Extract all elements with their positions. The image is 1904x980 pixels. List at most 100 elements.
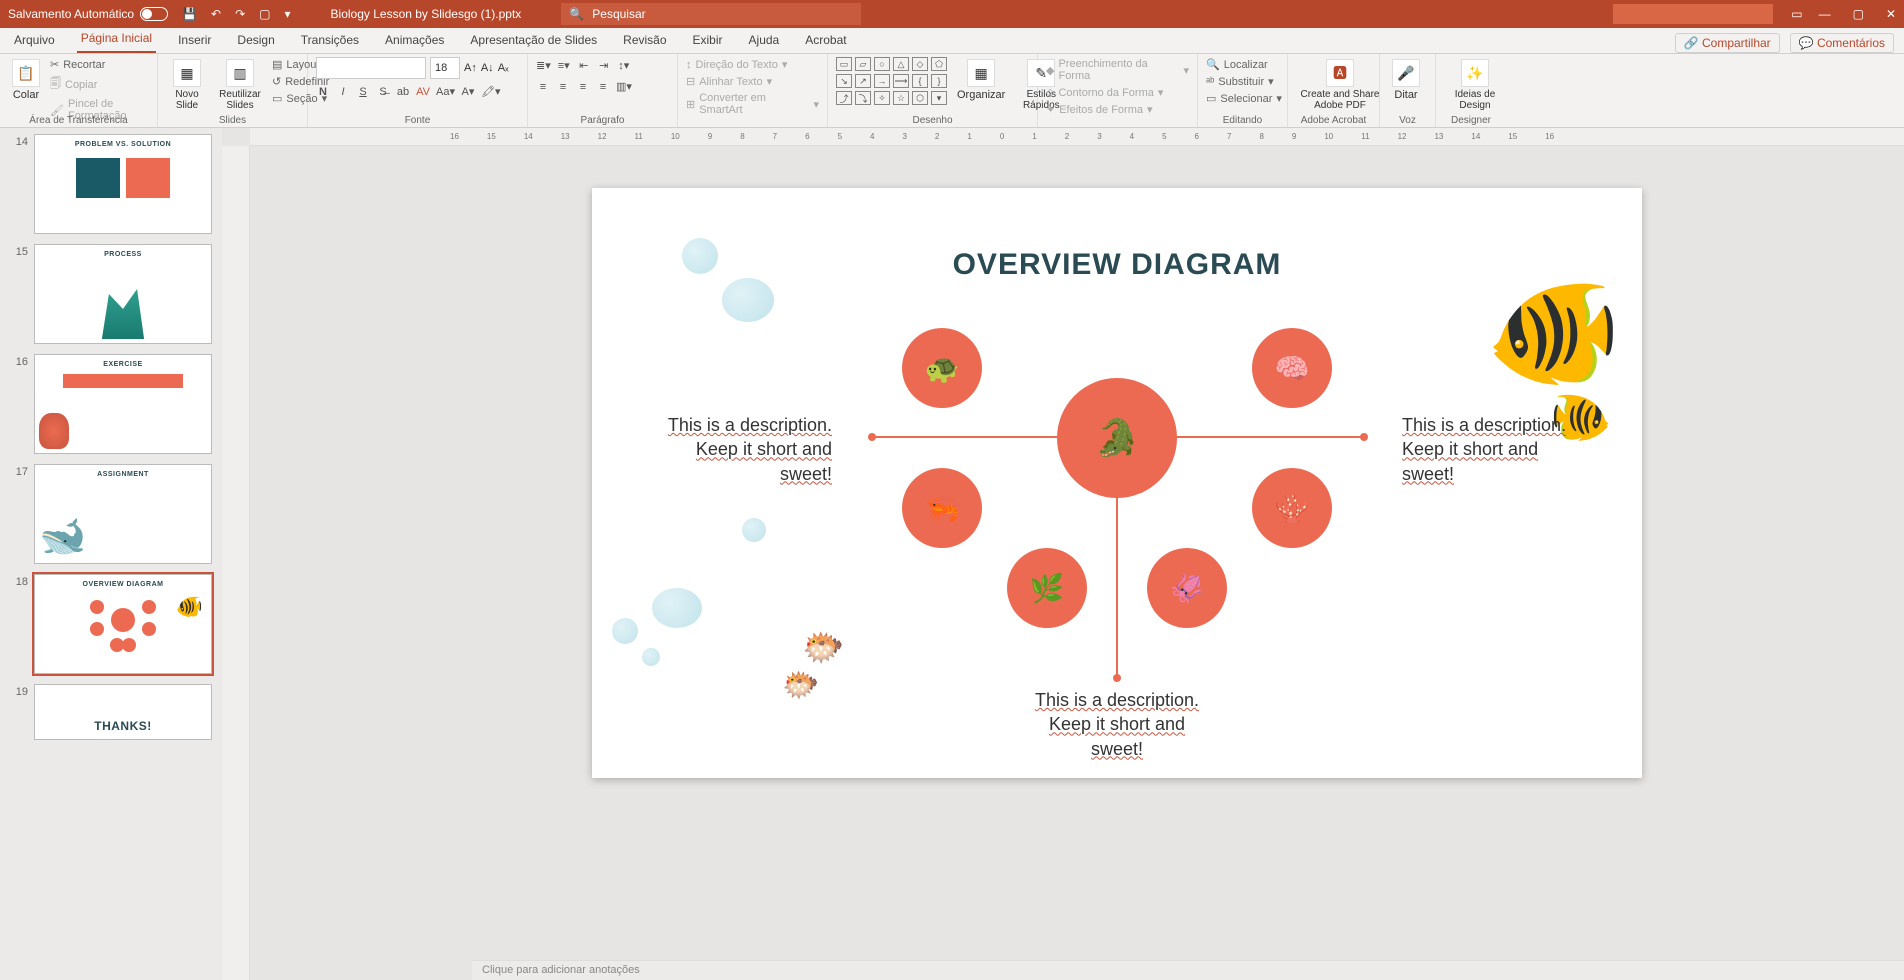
bubble-decoration bbox=[642, 648, 660, 666]
diagram-node-anemone[interactable]: 🦑 bbox=[1147, 548, 1227, 628]
qat-more-icon[interactable]: ▾ bbox=[285, 7, 291, 21]
slide-thumbnails-pane[interactable]: 14 PROBLEM VS. SOLUTION 15 PROCESS 16 EX… bbox=[0, 128, 222, 980]
justify-icon[interactable]: ≡ bbox=[596, 81, 610, 93]
line-spacing-icon[interactable]: ↕▾ bbox=[617, 59, 631, 72]
tab-transicoes[interactable]: Transições bbox=[297, 29, 363, 53]
strike-icon[interactable]: S̶ bbox=[376, 86, 390, 98]
diagram-node-turtle[interactable]: 🐢 bbox=[902, 328, 982, 408]
maximize-icon[interactable]: ▢ bbox=[1853, 7, 1864, 21]
align-left-icon[interactable]: ≡ bbox=[536, 81, 550, 93]
diagram-node-brain-coral[interactable]: 🧠 bbox=[1252, 328, 1332, 408]
font-name-input[interactable] bbox=[316, 57, 426, 79]
save-icon[interactable]: 💾 bbox=[182, 7, 197, 21]
clear-format-icon[interactable]: Aₓ bbox=[498, 62, 509, 74]
search-input[interactable] bbox=[592, 7, 853, 21]
group-paragrafo-extra: ↕ Direção do Texto ▾ ⊟ Alinhar Texto ▾ ⊞… bbox=[678, 54, 828, 127]
notes-placeholder[interactable]: Clique para adicionar anotações bbox=[472, 960, 1904, 980]
design-ideas-button[interactable]: ✨ Ideias de Design bbox=[1444, 57, 1506, 113]
shadow-icon[interactable]: ab bbox=[396, 86, 410, 98]
description-right[interactable]: This is a description. Keep it short and… bbox=[1402, 413, 1582, 486]
replace-button[interactable]: ᵃᵇ Substituir ▾ bbox=[1206, 74, 1282, 89]
slide-editor[interactable]: 1615141312111098765432101234567891011121… bbox=[222, 128, 1904, 980]
shape-effects-button[interactable]: ✦ Efeitos de Forma ▾ bbox=[1046, 102, 1189, 117]
align-right-icon[interactable]: ≡ bbox=[576, 81, 590, 93]
highlight-color-icon[interactable]: 🖍▾ bbox=[481, 85, 501, 98]
user-account[interactable] bbox=[1613, 4, 1773, 24]
description-bottom[interactable]: This is a description. Keep it short and… bbox=[592, 688, 1642, 761]
dictate-button[interactable]: 🎤 Ditar bbox=[1388, 57, 1424, 103]
group-label-clipboard: Área de Transferência bbox=[0, 115, 157, 126]
increase-font-icon[interactable]: A↑ bbox=[464, 62, 477, 74]
paste-button[interactable]: 📋 Colar bbox=[8, 57, 44, 103]
description-left[interactable]: This is a description. Keep it short and… bbox=[652, 413, 832, 486]
decrease-font-icon[interactable]: A↓ bbox=[481, 62, 494, 74]
font-size-input[interactable]: 18 bbox=[430, 57, 460, 79]
tab-animacoes[interactable]: Animações bbox=[381, 29, 448, 53]
shape-fill-button[interactable]: ◆ Preenchimento da Forma ▾ bbox=[1046, 57, 1189, 83]
slide-canvas[interactable]: OVERVIEW DIAGRAM 🐠 🐠 🐡 🐡 🐊 🐢 🦐 bbox=[592, 188, 1642, 778]
select-button[interactable]: ▭ Selecionar ▾ bbox=[1206, 91, 1282, 106]
convert-smartart-button[interactable]: ⊞ Converter em SmartArt ▾ bbox=[686, 91, 819, 117]
align-text-button[interactable]: ⊟ Alinhar Texto ▾ bbox=[686, 74, 819, 89]
thumbnail-19[interactable]: 19 THANKS! bbox=[10, 684, 212, 740]
document-title[interactable]: Biology Lesson by Slidesgo (1).pptx bbox=[331, 7, 522, 21]
decrease-indent-icon[interactable]: ⇤ bbox=[577, 59, 591, 72]
thumbnail-18[interactable]: 18 OVERVIEW DIAGRAM 🐠 bbox=[10, 574, 212, 674]
reuse-slides-button[interactable]: ▥ Reutilizar Slides bbox=[214, 57, 266, 113]
thumbnail-15[interactable]: 15 PROCESS bbox=[10, 244, 212, 344]
slideshow-icon[interactable]: ▢ bbox=[259, 7, 270, 21]
font-color-icon[interactable]: A▾ bbox=[461, 85, 475, 98]
numbering-icon[interactable]: ≡▾ bbox=[557, 59, 571, 72]
diagram-node-coral[interactable]: 🪸 bbox=[1252, 468, 1332, 548]
ribbon-display-icon[interactable]: ▭ bbox=[1791, 7, 1802, 21]
group-slides: ▦ Novo Slide ▥ Reutilizar Slides ▤ Layou… bbox=[158, 54, 308, 127]
char-spacing-icon[interactable]: Aa▾ bbox=[436, 85, 455, 98]
thumb-title: EXERCISE bbox=[41, 361, 205, 368]
create-pdf-button[interactable]: 🅰 Create and Share Adobe PDF bbox=[1296, 57, 1384, 113]
highlight-icon[interactable]: AV bbox=[416, 86, 430, 98]
find-button[interactable]: 🔍 Localizar bbox=[1206, 57, 1282, 72]
cut-button[interactable]: ✂ Recortar bbox=[50, 57, 149, 72]
diagram-node-center[interactable]: 🐊 bbox=[1057, 378, 1177, 498]
thumbnail-14[interactable]: 14 PROBLEM VS. SOLUTION bbox=[10, 134, 212, 234]
autosave-toggle[interactable]: Salvamento Automático bbox=[8, 7, 168, 21]
comments-button[interactable]: 💬 Comentários bbox=[1790, 33, 1894, 53]
shapes-gallery[interactable]: ▭▱○△◇⬠ ↘↗→⟶{} ⤴⤵✧☆⬡▾ bbox=[836, 57, 947, 105]
align-center-icon[interactable]: ≡ bbox=[556, 81, 570, 93]
diagram-node-seahorse[interactable]: 🦐 bbox=[902, 468, 982, 548]
bullets-icon[interactable]: ≣▾ bbox=[536, 59, 551, 72]
connector-dot bbox=[1360, 433, 1368, 441]
close-icon[interactable]: ✕ bbox=[1886, 7, 1896, 21]
copy-button[interactable]: 🗐 Copiar bbox=[50, 74, 149, 95]
tab-acrobat[interactable]: Acrobat bbox=[801, 29, 850, 53]
tab-ajuda[interactable]: Ajuda bbox=[745, 29, 784, 53]
tab-apresentacao[interactable]: Apresentação de Slides bbox=[466, 29, 601, 53]
new-slide-button[interactable]: ▦ Novo Slide bbox=[166, 57, 208, 113]
organizar-button[interactable]: ▦ Organizar bbox=[953, 57, 1009, 103]
group-label-slides: Slides bbox=[158, 115, 307, 126]
shape-outline-button[interactable]: ◇ Contorno da Forma ▾ bbox=[1046, 85, 1189, 100]
columns-icon[interactable]: ▥▾ bbox=[616, 80, 632, 93]
italic-icon[interactable]: I bbox=[336, 86, 350, 98]
redo-icon[interactable]: ↷ bbox=[235, 7, 245, 21]
tab-inserir[interactable]: Inserir bbox=[174, 29, 215, 53]
increase-indent-icon[interactable]: ⇥ bbox=[597, 59, 611, 72]
autosave-switch[interactable] bbox=[140, 7, 168, 21]
minimize-icon[interactable]: — bbox=[1819, 7, 1831, 21]
text-direction-button[interactable]: ↕ Direção do Texto ▾ bbox=[686, 57, 819, 72]
bold-icon[interactable]: N bbox=[316, 86, 330, 98]
underline-icon[interactable]: S bbox=[356, 86, 370, 98]
thumbnail-17[interactable]: 17 ASSIGNMENT 🐋 bbox=[10, 464, 212, 564]
slide-number: 15 bbox=[10, 244, 28, 344]
search-box[interactable]: 🔍 bbox=[561, 3, 861, 25]
bubble-decoration bbox=[722, 278, 774, 322]
tab-revisao[interactable]: Revisão bbox=[619, 29, 670, 53]
thumbnail-16[interactable]: 16 EXERCISE bbox=[10, 354, 212, 454]
undo-icon[interactable]: ↶ bbox=[211, 7, 221, 21]
tab-design[interactable]: Design bbox=[233, 29, 278, 53]
share-button[interactable]: 🔗 Compartilhar bbox=[1675, 33, 1780, 53]
tab-pagina-inicial[interactable]: Página Inicial bbox=[77, 27, 156, 53]
tab-exibir[interactable]: Exibir bbox=[689, 29, 727, 53]
diagram-node-seaweed[interactable]: 🌿 bbox=[1007, 548, 1087, 628]
tab-arquivo[interactable]: Arquivo bbox=[10, 29, 59, 53]
